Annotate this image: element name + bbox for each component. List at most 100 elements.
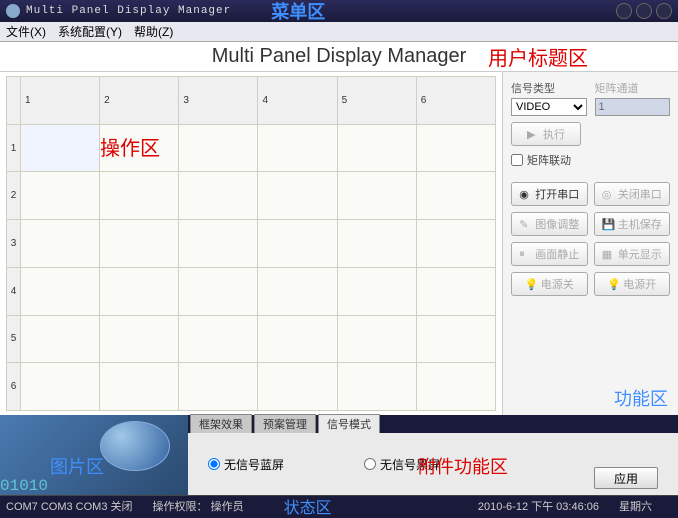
- status-datetime: 2010-6-12 下午 03:46:06: [478, 498, 599, 514]
- grid-col-header: 2: [100, 77, 179, 125]
- grid-cell[interactable]: [416, 220, 495, 268]
- window-titlebar: Multi Panel Display Manager 菜单区: [0, 0, 678, 22]
- grid-cell[interactable]: [416, 315, 495, 363]
- grid-corner: [7, 77, 21, 125]
- radio-nosignal-blue-input[interactable]: [208, 458, 220, 470]
- grid-cell[interactable]: [100, 172, 179, 220]
- radio-nosignal-blue[interactable]: 无信号蓝屏: [208, 456, 284, 473]
- menu-config[interactable]: 系统配置(Y): [58, 23, 122, 40]
- annotation-user-title: 用户标题区: [488, 42, 588, 71]
- port-open-icon: ◉: [519, 188, 531, 200]
- menu-file[interactable]: 文件(X): [6, 23, 46, 40]
- window-title: Multi Panel Display Manager: [26, 5, 231, 17]
- tab-frame-effect[interactable]: 框架效果: [190, 414, 252, 433]
- grid-cell[interactable]: [100, 220, 179, 268]
- screen-freeze-button[interactable]: ⏸画面静止: [511, 242, 588, 266]
- grid-cell[interactable]: [258, 363, 337, 411]
- grid-cell[interactable]: [337, 267, 416, 315]
- grid-cell[interactable]: [100, 124, 179, 172]
- tab-strip: 框架效果 预案管理 信号模式: [188, 415, 678, 433]
- globe-icon: [100, 421, 170, 471]
- grid-cell[interactable]: [258, 124, 337, 172]
- grid-cell[interactable]: [258, 172, 337, 220]
- radio-nosignal-black[interactable]: 无信号黑屏: [364, 456, 440, 473]
- grid-cell[interactable]: [337, 124, 416, 172]
- minimize-button[interactable]: [616, 3, 632, 19]
- bulb-on-icon: 💡: [607, 278, 619, 290]
- grid-cell[interactable]: [21, 267, 100, 315]
- statusbar: COM7 COM3 COM3 关闭 操作权限： 操作员 状态区 2010-6-1…: [0, 495, 678, 515]
- host-save-button[interactable]: 💾主机保存: [594, 212, 671, 236]
- matrix-channel-label: 矩阵通道: [595, 80, 671, 96]
- grid-cell[interactable]: [337, 220, 416, 268]
- matrix-channel-select[interactable]: 1: [595, 98, 671, 116]
- annotation-function-area: 功能区: [614, 385, 668, 411]
- digits-decor: 01010: [0, 477, 48, 495]
- grid-cell[interactable]: [21, 172, 100, 220]
- apply-button[interactable]: 应用: [594, 467, 658, 489]
- grid-cell[interactable]: [179, 267, 258, 315]
- tab-preset-mgmt[interactable]: 预案管理: [254, 414, 316, 433]
- panel-grid[interactable]: 1 2 3 4 5 6 1 2 3 4 5 6: [6, 76, 496, 411]
- tab-body: 无信号蓝屏 无信号黑屏 附件功能区 应用: [188, 433, 678, 495]
- grid-col-header: 1: [21, 77, 100, 125]
- image-tune-button[interactable]: ✎图像调整: [511, 212, 588, 236]
- grid-cell[interactable]: [100, 315, 179, 363]
- tab-zone: 框架效果 预案管理 信号模式 无信号蓝屏 无信号黑屏 附件功能区 应用: [188, 415, 678, 495]
- grid-icon: ▦: [602, 248, 614, 260]
- grid-row-header: 2: [7, 172, 21, 220]
- grid-cell[interactable]: [179, 172, 258, 220]
- open-port-button[interactable]: ◉打开串口: [511, 182, 588, 206]
- power-off-button[interactable]: 💡电源关: [511, 272, 588, 296]
- grid-cell[interactable]: [337, 315, 416, 363]
- menu-help[interactable]: 帮助(Z): [134, 23, 173, 40]
- grid-cell[interactable]: [337, 363, 416, 411]
- menubar: 文件(X) 系统配置(Y) 帮助(Z): [0, 22, 678, 42]
- grid-cell[interactable]: [179, 124, 258, 172]
- unit-display-button[interactable]: ▦单元显示: [594, 242, 671, 266]
- status-permission: 操作权限： 操作员: [153, 498, 244, 514]
- grid-cell[interactable]: [416, 172, 495, 220]
- grid-cell[interactable]: [100, 363, 179, 411]
- grid-panel: 操作区 1 2 3 4 5 6 1 2 3 4 5 6: [0, 72, 502, 415]
- status-weekday: 星期六: [619, 498, 652, 514]
- grid-cell[interactable]: [258, 315, 337, 363]
- signal-type-select[interactable]: VIDEO: [511, 98, 587, 116]
- grid-cell[interactable]: [179, 363, 258, 411]
- grid-cell[interactable]: [21, 315, 100, 363]
- image-zone: 01010 图片区: [0, 415, 188, 495]
- grid-col-header: 6: [416, 77, 495, 125]
- execute-button[interactable]: ▶执行: [511, 122, 581, 146]
- grid-cell[interactable]: [258, 220, 337, 268]
- signal-type-label: 信号类型: [511, 80, 587, 96]
- grid-cell[interactable]: [21, 220, 100, 268]
- grid-cell[interactable]: [416, 267, 495, 315]
- grid-col-header: 4: [258, 77, 337, 125]
- user-title-text: Multi Panel Display Manager: [212, 45, 467, 68]
- grid-cell[interactable]: [179, 220, 258, 268]
- grid-cell[interactable]: [100, 267, 179, 315]
- grid-cell[interactable]: [179, 315, 258, 363]
- grid-cell[interactable]: [21, 124, 100, 172]
- close-port-button[interactable]: ◎关闭串口: [594, 182, 671, 206]
- status-ports: COM7 COM3 COM3 关闭: [6, 498, 133, 514]
- power-on-button[interactable]: 💡电源开: [594, 272, 671, 296]
- grid-cell[interactable]: [416, 363, 495, 411]
- tune-icon: ✎: [519, 218, 531, 230]
- tab-signal-mode[interactable]: 信号模式: [318, 414, 380, 433]
- grid-row-header: 1: [7, 124, 21, 172]
- close-button[interactable]: [656, 3, 672, 19]
- grid-row-header: 4: [7, 267, 21, 315]
- freeze-icon: ⏸: [519, 248, 531, 260]
- user-title-bar: Multi Panel Display Manager 用户标题区: [0, 42, 678, 72]
- grid-cell[interactable]: [258, 267, 337, 315]
- bulb-off-icon: 💡: [525, 278, 537, 290]
- grid-cell[interactable]: [416, 124, 495, 172]
- maximize-button[interactable]: [636, 3, 652, 19]
- grid-cell[interactable]: [21, 363, 100, 411]
- matrix-link-checkbox[interactable]: [511, 154, 523, 166]
- play-icon: ▶: [527, 128, 539, 140]
- grid-cell[interactable]: [337, 172, 416, 220]
- annotation-menu-area: 菜单区: [271, 0, 325, 24]
- radio-nosignal-black-input[interactable]: [364, 458, 376, 470]
